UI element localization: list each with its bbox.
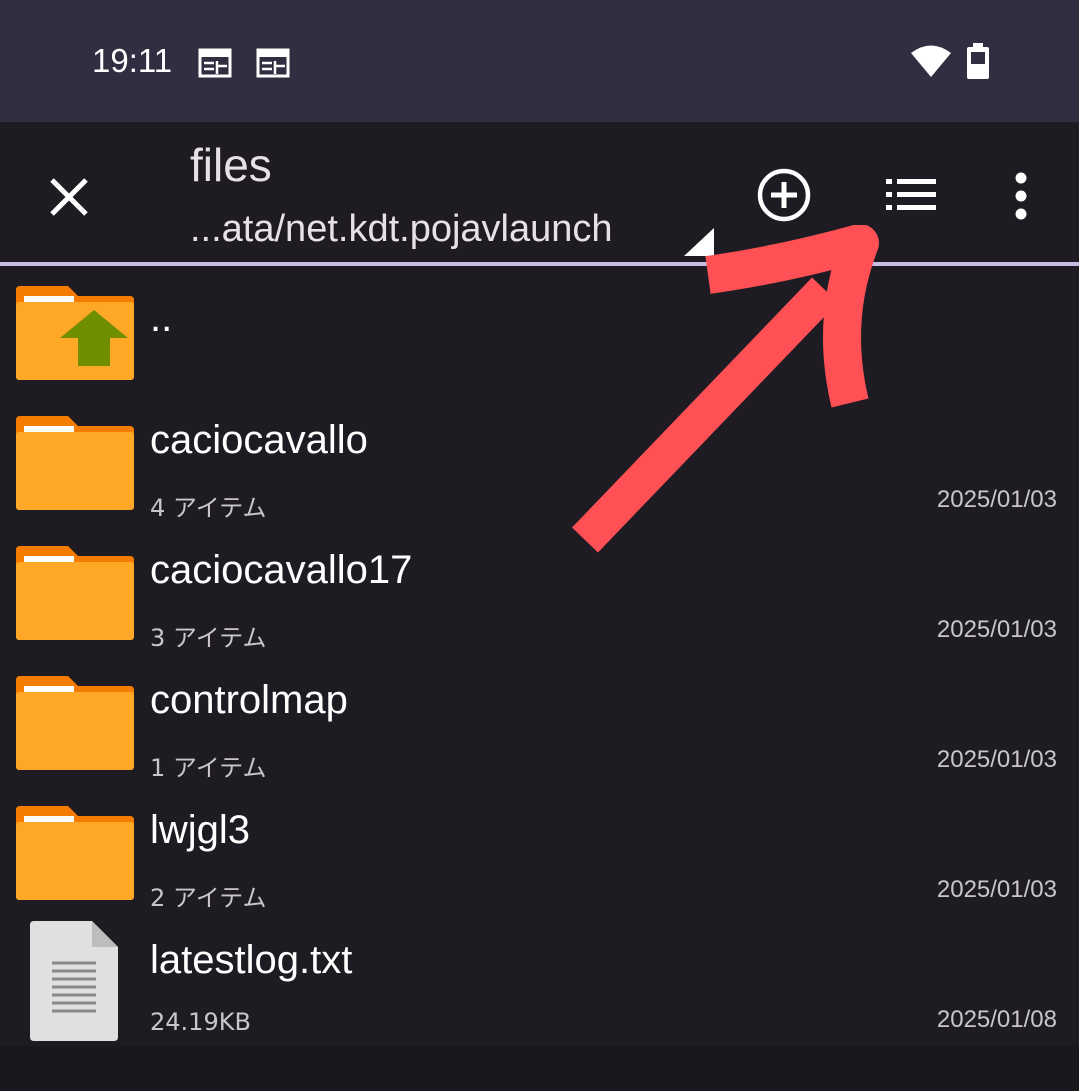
page-title: files [190,139,272,191]
file-meta: 1 アイテム [150,754,267,782]
close-icon[interactable] [40,168,98,226]
file-date: 2025/01/03 [936,746,1057,773]
calendar-icon [198,48,232,78]
list-item[interactable]: caciocavallo 4 アイテム 2025/01/03 [0,406,1079,536]
status-time: 19:11 [92,42,173,79]
file-name: caciocavallo17 [150,548,413,592]
file-name: lwjgl3 [150,808,251,852]
folder-icon [16,676,134,770]
file-date: 2025/01/03 [936,876,1057,903]
folder-icon [16,806,134,900]
folder-icon [16,546,134,640]
list-item[interactable]: lwjgl3 2 アイテム 2025/01/03 [0,796,1079,926]
file-list: .. caciocavallo 4 アイテム 2025/01/03 cacioc… [0,266,1079,1046]
bottom-area [0,1046,1079,1091]
text-file-icon [30,921,118,1041]
folder-icon [16,416,134,510]
file-meta: 3 アイテム [150,624,267,652]
list-item-parent[interactable]: .. [0,276,1079,406]
file-name: controlmap [150,678,348,722]
calendar-icon [256,48,290,78]
list-item[interactable]: caciocavallo17 3 アイテム 2025/01/03 [0,536,1079,666]
add-circle-icon[interactable] [755,166,813,224]
file-meta: 2 アイテム [150,884,267,912]
file-date: 2025/01/03 [936,616,1057,643]
wifi-icon [911,45,951,77]
file-name: latestlog.txt [150,938,353,982]
file-name: .. [150,296,173,340]
file-date: 2025/01/08 [936,1006,1057,1033]
folder-up-icon [16,286,134,380]
file-meta: 4 アイテム [150,494,267,522]
list-item[interactable]: controlmap 1 アイテム 2025/01/03 [0,666,1079,796]
file-date: 2025/01/03 [936,486,1057,513]
status-bar: 19:11 [0,0,1079,122]
battery-icon [967,43,989,79]
dropdown-corner-icon [684,228,714,256]
path-dropdown[interactable]: ...ata/net.kdt.pojavlaunch [190,208,613,251]
list-item[interactable]: latestlog.txt 24.19KB 2025/01/08 [0,921,1079,1051]
file-meta: 24.19KB [150,1008,251,1036]
file-name: caciocavallo [150,418,368,462]
more-vert-icon[interactable] [1004,170,1038,222]
list-view-icon[interactable] [884,174,938,216]
